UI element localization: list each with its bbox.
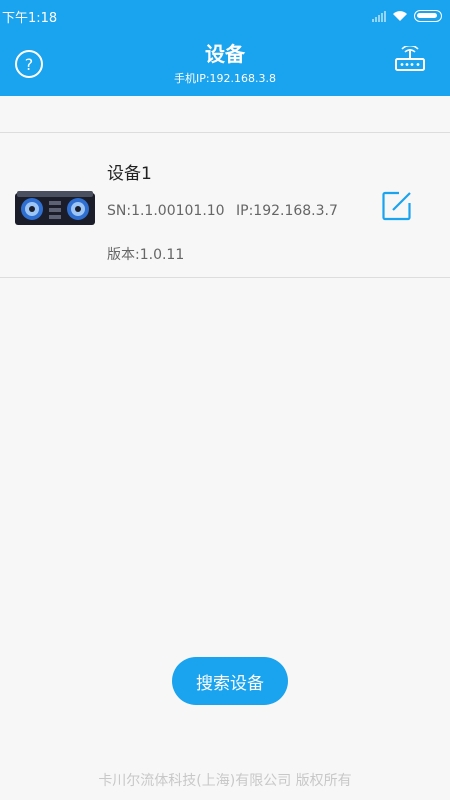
battery-icon bbox=[414, 10, 442, 22]
wifi-icon bbox=[393, 11, 407, 21]
pump-device-image bbox=[15, 191, 95, 225]
divider-bottom bbox=[0, 277, 450, 278]
phone-ip: 手机IP:192.168.3.8 bbox=[173, 72, 277, 85]
status-time: 下午1:18 bbox=[2, 10, 58, 26]
device-card[interactable]: 设备1 SN:1.1.00101.10 IP:192.168.3.7 版本:1.… bbox=[0, 133, 450, 277]
device-name: 设备1 bbox=[107, 164, 152, 184]
router-icon[interactable] bbox=[392, 46, 428, 74]
signal-icon bbox=[372, 10, 386, 22]
footer-copyright: 卡川尔流体科技(上海)有限公司 版权所有 bbox=[98, 773, 352, 789]
device-sn: SN:1.1.00101.10 bbox=[107, 203, 225, 219]
app-header: ? 设备 手机IP:192.168.3.8 bbox=[0, 32, 450, 96]
device-version: 版本:1.0.11 bbox=[107, 247, 185, 263]
device-ip: IP:192.168.3.7 bbox=[236, 203, 338, 219]
status-icons bbox=[372, 10, 442, 22]
page-title: 设备 bbox=[205, 42, 245, 66]
edit-icon[interactable] bbox=[382, 191, 412, 221]
status-bar: 下午1:18 bbox=[0, 0, 450, 32]
search-devices-button[interactable]: 搜索设备 bbox=[172, 657, 288, 705]
